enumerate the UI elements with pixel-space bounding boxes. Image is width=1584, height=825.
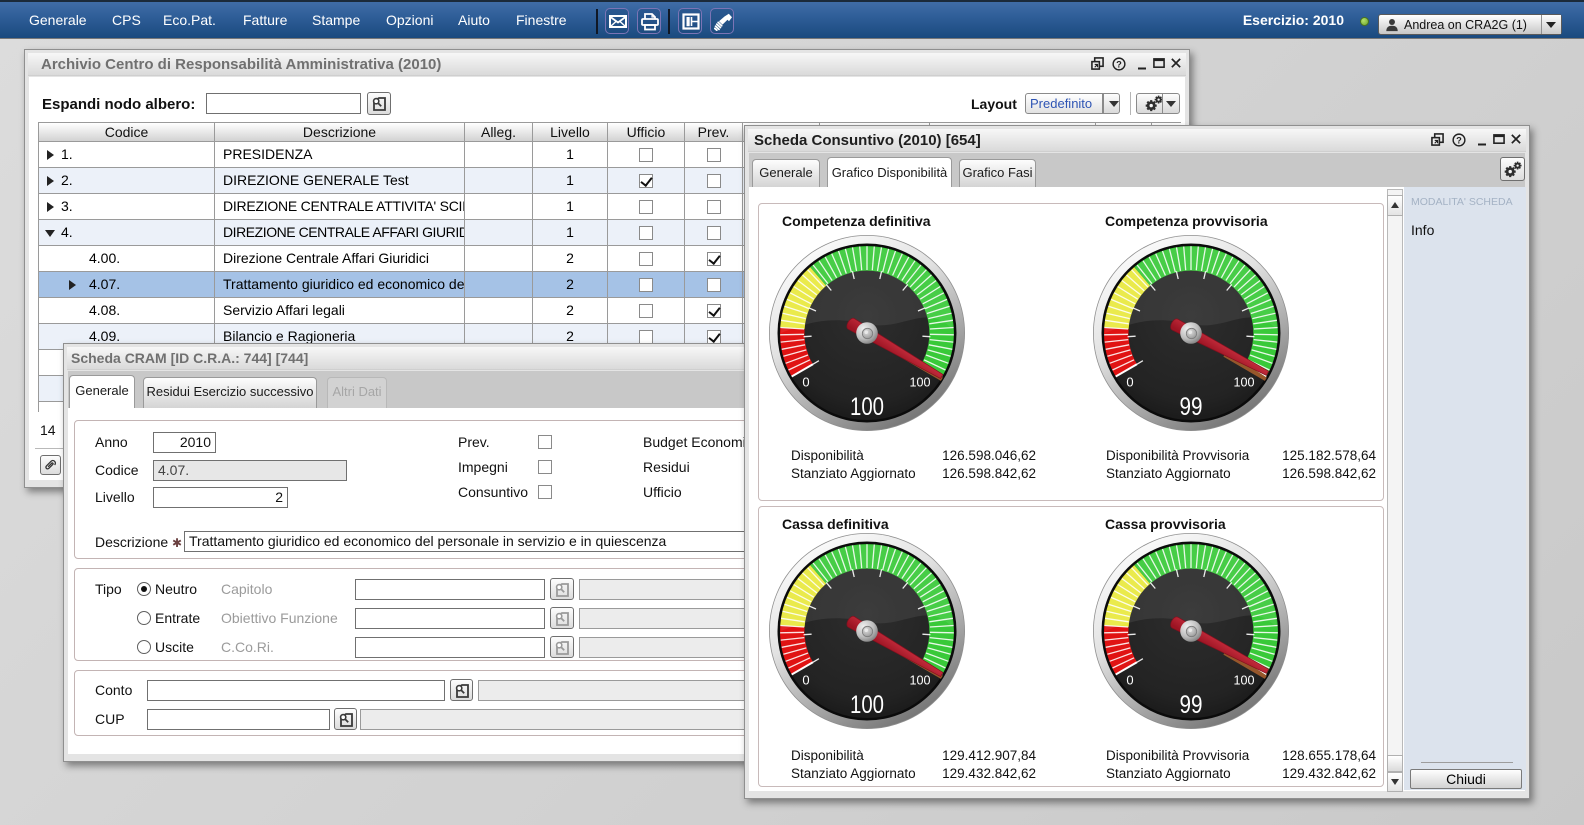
svg-text:100: 100 <box>910 375 931 390</box>
svg-text:99: 99 <box>1180 393 1203 421</box>
svg-text:100: 100 <box>1234 375 1255 390</box>
svg-text:0: 0 <box>802 375 809 390</box>
svg-text:?: ? <box>1116 59 1122 69</box>
svg-text:0: 0 <box>802 673 809 688</box>
svg-text:?: ? <box>1456 135 1462 145</box>
svg-text:100: 100 <box>850 691 884 719</box>
svg-text:99: 99 <box>1180 691 1203 719</box>
svg-text:100: 100 <box>1234 673 1255 688</box>
svg-text:0: 0 <box>1126 375 1133 390</box>
svg-text:100: 100 <box>910 673 931 688</box>
svg-text:0: 0 <box>1126 673 1133 688</box>
svg-text:100: 100 <box>850 393 884 421</box>
